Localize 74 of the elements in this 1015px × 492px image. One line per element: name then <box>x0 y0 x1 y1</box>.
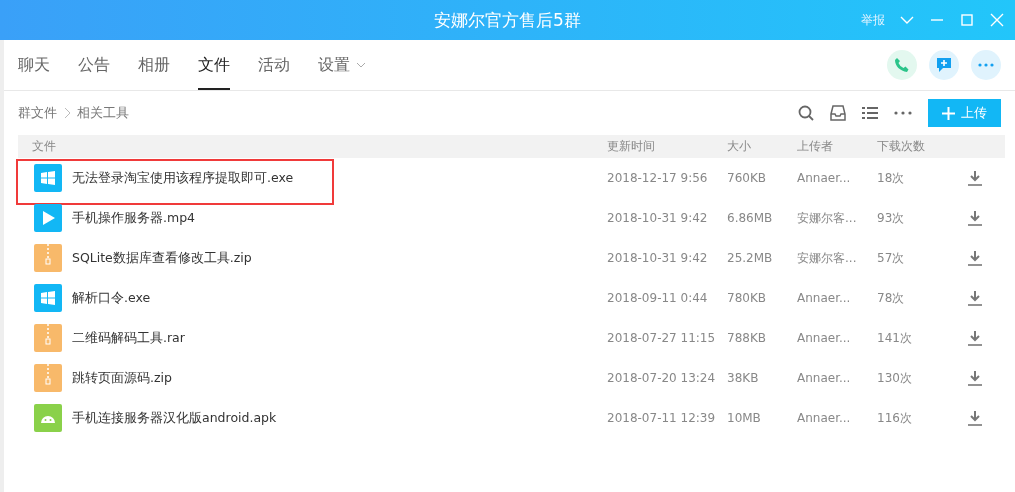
archive-file-icon <box>34 324 62 352</box>
tab[interactable]: 活动 <box>258 40 290 90</box>
table-cell-text: 2018-10-31 9:42 <box>607 211 709 225</box>
phone-button[interactable] <box>887 50 917 80</box>
table-cell-text: 10MB <box>727 411 762 425</box>
table-cell-text: Annaer... <box>797 171 852 185</box>
download-icon[interactable] <box>967 250 983 266</box>
column-header: 文件 <box>31 138 57 155</box>
tab[interactable]: 公告 <box>78 40 110 90</box>
tab[interactable]: 聊天 <box>18 40 50 90</box>
chevron-right-icon <box>63 107 71 119</box>
window-title: 安娜尔官方售后5群 <box>434 8 581 32</box>
table-cell-text: 安娜尔客... <box>797 209 858 227</box>
tab[interactable]: 设置 <box>318 40 366 90</box>
file-name[interactable]: 无法登录淘宝使用该程序提取即可.exe <box>72 169 294 187</box>
table-cell-text: Annaer... <box>797 331 852 345</box>
add-chat-button[interactable] <box>929 50 959 80</box>
download-icon[interactable] <box>967 170 983 186</box>
table-cell-text: 2018-07-11 12:39 <box>607 411 717 425</box>
table-cell-text: 780KB <box>727 291 767 305</box>
video-file-icon <box>34 204 62 232</box>
file-name[interactable]: 二维码解码工具.rar <box>72 329 185 347</box>
column-header: 更新时间 <box>607 138 656 155</box>
table-cell-text: Annaer... <box>797 291 852 305</box>
tab[interactable]: 文件 <box>198 40 230 90</box>
table-cell-text: 130次 <box>877 369 913 387</box>
table-cell-text: 6.86MB <box>727 211 774 225</box>
table-cell-text: 760KB <box>727 171 767 185</box>
file-name[interactable]: 手机连接服务器汉化版android.apk <box>72 409 277 427</box>
plus-icon <box>942 106 955 120</box>
table-cell-text: 57次 <box>877 249 906 267</box>
column-header: 大小 <box>727 138 752 155</box>
download-icon[interactable] <box>967 410 983 426</box>
breadcrumb-item[interactable]: 群文件 <box>18 104 57 122</box>
table-cell-text: 2018-09-11 0:44 <box>607 291 709 305</box>
inbox-icon[interactable] <box>830 105 846 121</box>
table-cell-text: 116次 <box>877 409 913 427</box>
table-cell-text: 2018-07-20 13:24 <box>607 371 717 385</box>
windows-file-icon <box>34 164 62 192</box>
archive-file-icon <box>34 364 62 392</box>
table-cell-text: Annaer... <box>797 411 852 425</box>
table-cell-text: 25.2MB <box>727 251 774 265</box>
download-icon[interactable] <box>967 370 983 386</box>
table-cell-text: 18次 <box>877 169 906 187</box>
table-cell-text: 安娜尔客... <box>797 249 858 267</box>
download-icon[interactable] <box>967 210 983 226</box>
chat-plus-icon <box>936 57 952 73</box>
file-name[interactable]: 手机操作服务器.mp4 <box>72 209 196 227</box>
table-cell-text: 2018-12-17 9:56 <box>607 171 709 185</box>
tab[interactable]: 相册 <box>138 40 170 90</box>
column-header: 上传者 <box>797 138 834 155</box>
more-icon <box>978 63 994 67</box>
table-cell-text: 93次 <box>877 209 906 227</box>
table-cell-text: 788KB <box>727 331 767 345</box>
more-icon[interactable] <box>894 111 912 115</box>
list-view-icon[interactable] <box>862 106 878 120</box>
windows-file-icon <box>34 284 62 312</box>
search-icon[interactable] <box>798 105 814 121</box>
download-icon[interactable] <box>967 290 983 306</box>
file-name[interactable]: 解析口令.exe <box>72 289 151 307</box>
file-name[interactable]: SQLite数据库查看修改工具.zip <box>72 249 252 267</box>
table-cell-text: 141次 <box>877 329 913 347</box>
archive-file-icon <box>34 244 62 272</box>
table-cell-text: 78次 <box>877 289 906 307</box>
table-cell-text: 38KB <box>727 371 760 385</box>
table-cell-text: 2018-07-27 11:15 <box>607 331 717 345</box>
column-header: 下载次数 <box>877 138 926 155</box>
download-icon[interactable] <box>967 330 983 346</box>
breadcrumb-item[interactable]: 相关工具 <box>77 104 129 122</box>
table-cell-text: 2018-10-31 9:42 <box>607 251 709 265</box>
table-cell-text: Annaer... <box>797 371 852 385</box>
phone-icon <box>894 57 910 73</box>
file-name[interactable]: 跳转页面源码.zip <box>72 369 172 387</box>
android-file-icon <box>34 404 62 432</box>
